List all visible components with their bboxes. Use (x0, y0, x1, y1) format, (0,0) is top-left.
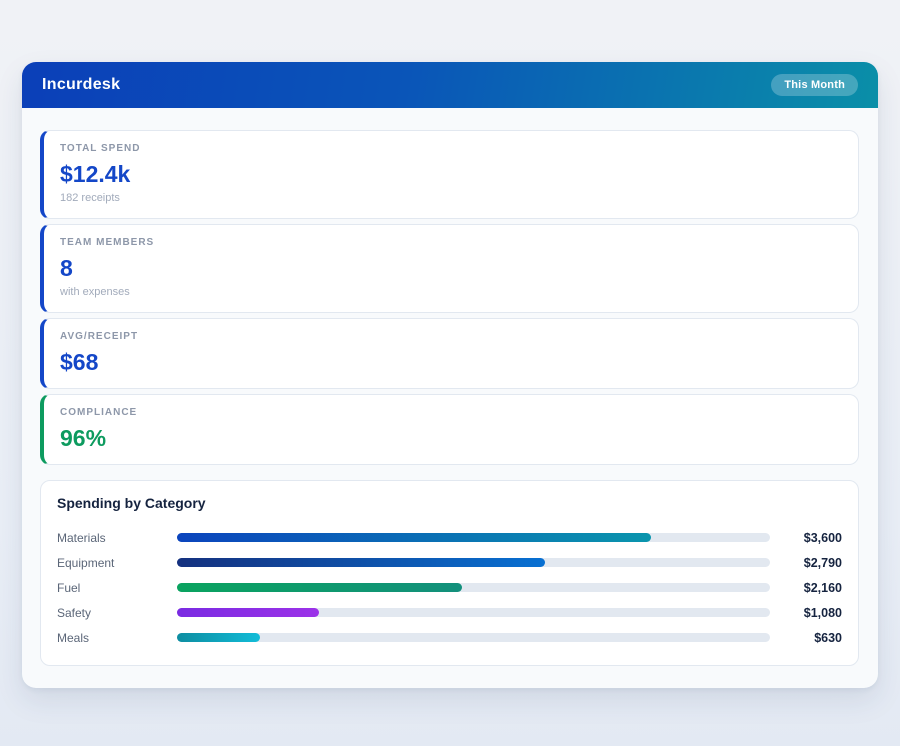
stat-label: TOTAL SPEND (60, 143, 141, 154)
category-value: $1,080 (803, 605, 842, 620)
stat-subtext: with expenses (60, 286, 130, 298)
bar-fill-fuel (177, 583, 462, 592)
bar-fill-equipment (177, 558, 545, 567)
stat-label: COMPLIANCE (60, 407, 138, 418)
bar-fill-meals (177, 633, 261, 642)
chart-row-fuel: Fuel $2,160 (57, 575, 842, 600)
bar-track (177, 633, 770, 642)
stat-value: 8 (60, 255, 73, 281)
stat-label: TEAM MEMBERS (60, 237, 155, 248)
period-badge[interactable]: This Month (771, 74, 858, 96)
category-value: $630 (814, 630, 842, 645)
stat-value: $12.4k (60, 161, 131, 187)
stat-card-compliance: COMPLIANCE 96% (40, 394, 859, 465)
spending-chart-card: Spending by Category Materials $3,600 Eq… (40, 480, 859, 666)
chart-row-equipment: Equipment $2,790 (57, 550, 842, 575)
stat-card-total-spend: TOTAL SPEND $12.4k 182 receipts (40, 130, 859, 219)
dashboard-panel: Incurdesk This Month TOTAL SPEND $12.4k … (22, 62, 878, 688)
category-label: Meals (57, 630, 90, 645)
chart-title: Spending by Category (57, 495, 206, 511)
bar-track (177, 558, 770, 567)
stat-card-avg-receipt: AVG/RECEIPT $68 (40, 318, 859, 389)
chart-row-meals: Meals $630 (57, 625, 842, 650)
category-label: Safety (57, 605, 92, 620)
stat-subtext: 182 receipts (60, 192, 120, 204)
bar-track (177, 533, 770, 542)
category-label: Equipment (57, 555, 115, 570)
category-label: Fuel (57, 580, 81, 595)
stat-value: $68 (60, 349, 99, 375)
category-label: Materials (57, 530, 106, 545)
dashboard-body: TOTAL SPEND $12.4k 182 receipts TEAM MEM… (22, 108, 878, 688)
stat-value: 96% (60, 425, 107, 451)
app-header: Incurdesk This Month (22, 62, 878, 108)
bar-track (177, 608, 770, 617)
chart-row-materials: Materials $3,600 (57, 525, 842, 550)
category-value: $2,160 (803, 580, 842, 595)
bar-fill-safety (177, 608, 320, 617)
chart-row-safety: Safety $1,080 (57, 600, 842, 625)
bar-fill-materials (177, 533, 652, 542)
bar-track (177, 583, 770, 592)
category-value: $2,790 (803, 555, 842, 570)
category-value: $3,600 (803, 530, 842, 545)
app-title: Incurdesk (42, 76, 121, 93)
stat-card-team-members: TEAM MEMBERS 8 with expenses (40, 224, 859, 313)
stat-label: AVG/RECEIPT (60, 331, 139, 342)
